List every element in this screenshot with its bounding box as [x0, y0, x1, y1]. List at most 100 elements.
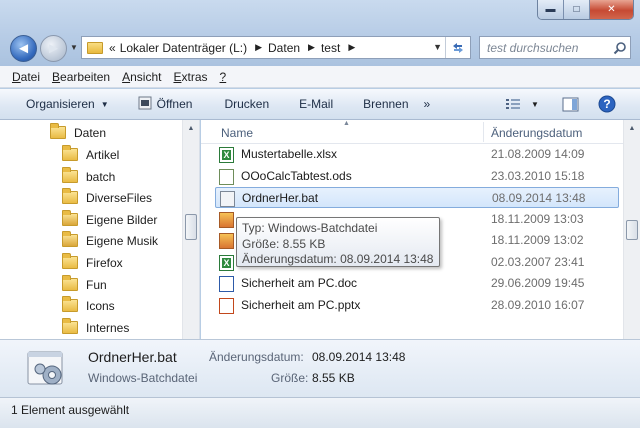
maximize-button[interactable]: □	[564, 0, 590, 19]
tooltip-modified: Änderungsdatum: 08.09.2014 13:48	[242, 252, 434, 266]
breadcrumb-chevron-icon[interactable]: ▶	[255, 42, 262, 53]
spreadsheet-file-icon	[219, 169, 234, 185]
folder-icon	[62, 188, 78, 204]
breadcrumb-chevron-icon[interactable]: ▶	[348, 42, 355, 53]
excel-file-icon	[219, 147, 234, 163]
scrollbar-thumb[interactable]	[185, 214, 197, 240]
tree-item-internes[interactable]: Internes	[62, 317, 129, 338]
view-options-dropdown-icon[interactable]: ▼	[531, 89, 539, 119]
burn-label: Brennen	[363, 97, 409, 111]
email-button[interactable]: E-Mail	[278, 89, 342, 119]
tree-item-eigene-bilder[interactable]: Eigene Bilder	[62, 209, 157, 230]
batch-file-icon	[220, 191, 235, 207]
column-name[interactable]: Name	[221, 126, 253, 140]
tree-item-batch[interactable]: batch	[62, 166, 115, 187]
file-row-selected[interactable]: OrdnerHer.bat 08.09.2014 13:48	[215, 187, 619, 208]
file-date: 02.03.2007 23:41	[491, 255, 585, 269]
tree-item-icons[interactable]: Icons	[62, 295, 115, 316]
menu-ansicht[interactable]: Ansicht	[116, 70, 167, 84]
word-file-icon	[219, 276, 234, 292]
tree-item-artikel[interactable]: Artikel	[62, 144, 119, 165]
column-modified[interactable]: Änderungsdatum	[491, 126, 582, 140]
scroll-up-icon[interactable]: ▲	[624, 120, 640, 137]
search-box[interactable]: test durchsuchen	[479, 36, 631, 59]
tree-item-label: DiverseFiles	[86, 190, 153, 205]
burn-button[interactable]: Brennen	[342, 89, 417, 119]
breadcrumb-test[interactable]: test	[321, 41, 340, 55]
menu-extras[interactable]: Extras	[167, 70, 213, 84]
tree-item-label: Icons	[86, 298, 115, 313]
forward-arrow-icon: ►	[46, 40, 61, 57]
folder-icon	[50, 123, 66, 139]
address-bar[interactable]: « Lokaler Datenträger (L:) ▶ Daten ▶ tes…	[81, 36, 471, 59]
tree-item-daten[interactable]: Daten	[50, 122, 106, 143]
file-row[interactable]: OOoCalcTabtest.ods 23.03.2010 15:18	[215, 166, 619, 187]
menu-bearbeiten[interactable]: Bearbeiten	[46, 70, 116, 84]
folder-icon	[62, 296, 78, 312]
excel-file-icon	[219, 255, 234, 271]
file-name: Mustertabelle.xlsx	[241, 147, 338, 161]
print-button[interactable]: Drucken	[201, 89, 278, 119]
tooltip-size: Größe: 8.55 KB	[242, 236, 326, 251]
file-name: Sicherheit am PC.doc	[241, 276, 358, 290]
column-divider[interactable]	[483, 122, 484, 142]
open-button[interactable]: Öffnen	[118, 89, 202, 119]
menu-help[interactable]: ?	[214, 70, 233, 84]
command-bar: Organisieren ▼ Öffnen Drucken E-Mail Bre…	[0, 89, 640, 120]
menu-label: xtras	[181, 69, 208, 84]
minimize-button[interactable]: ▬	[538, 0, 564, 19]
search-icon[interactable]	[610, 38, 630, 58]
breadcrumb-daten[interactable]: Daten	[268, 41, 300, 55]
sort-ascending-icon: ▲	[343, 120, 350, 127]
back-arrow-icon: ◄	[16, 40, 31, 57]
file-row[interactable]: Mustertabelle.xlsx 21.08.2009 14:09	[215, 144, 619, 165]
batch-file-icon	[138, 96, 152, 113]
preview-pane-icon	[562, 97, 579, 111]
scroll-up-icon[interactable]: ▲	[183, 120, 199, 137]
help-button[interactable]: ?	[598, 89, 616, 119]
tree-item-label: Eigene Musik	[86, 233, 159, 248]
print-label: Drucken	[224, 97, 270, 111]
menu-bar: Datei Bearbeiten Ansicht Extras ?	[0, 66, 640, 88]
help-icon: ?	[598, 95, 616, 113]
details-file-type: Windows-Batchdatei	[88, 371, 198, 385]
refresh-button[interactable]	[445, 37, 470, 58]
file-date: 23.03.2010 15:18	[491, 169, 585, 183]
tree-item-label: Firefox	[86, 255, 123, 270]
breadcrumb-chevron-icon[interactable]: ▶	[308, 42, 315, 53]
address-dropdown-icon[interactable]: ▼	[433, 42, 442, 52]
chevron-down-icon: ▼	[100, 99, 109, 109]
tooltip-type: Typ: Windows-Batchdatei	[242, 221, 378, 235]
file-date: 29.06.2009 19:45	[491, 276, 585, 290]
forward-button[interactable]: ►	[40, 35, 67, 62]
navigation-scrollbar[interactable]: ▲	[182, 120, 199, 339]
more-label: »	[423, 97, 431, 111]
file-list-scrollbar[interactable]: ▲	[623, 120, 640, 339]
close-button[interactable]: ✕	[590, 0, 633, 19]
tree-item-label: Artikel	[86, 147, 120, 162]
file-name: OrdnerHer.bat	[242, 191, 319, 205]
menu-datei[interactable]: Datei	[6, 70, 46, 84]
tree-item-eigene-musik[interactable]: Eigene Musik	[62, 230, 158, 251]
file-row[interactable]: Sicherheit am PC.doc 29.06.2009 19:45	[215, 273, 619, 294]
tree-item-firefox[interactable]: Firefox	[62, 252, 123, 273]
scrollbar-thumb[interactable]	[626, 220, 638, 240]
organize-button[interactable]: Organisieren ▼	[0, 89, 118, 119]
tree-item-fun[interactable]: Fun	[62, 274, 107, 295]
search-input[interactable]: test durchsuchen	[487, 41, 610, 55]
folder-icon	[62, 167, 78, 183]
preview-pane-button[interactable]	[562, 89, 579, 119]
file-date: 18.11.2009 13:03	[491, 212, 584, 226]
batch-file-gear-icon	[27, 351, 63, 385]
breadcrumb-overflow[interactable]: «	[109, 41, 116, 55]
more-commands-button[interactable]: »	[418, 89, 440, 119]
status-text: 1 Element ausgewählt	[11, 403, 130, 417]
file-row[interactable]: Sicherheit am PC.pptx 28.09.2010 16:07	[215, 295, 619, 316]
caption-buttons: ▬ □ ✕	[537, 0, 634, 20]
tree-item-label: batch	[86, 169, 116, 184]
breadcrumb-drive[interactable]: Lokaler Datenträger (L:)	[120, 41, 247, 55]
tree-item-diversefiles[interactable]: DiverseFiles	[62, 187, 152, 208]
recent-pages-dropdown-icon[interactable]: ▼	[70, 43, 78, 52]
change-view-button[interactable]	[505, 89, 521, 119]
back-button[interactable]: ◄	[10, 35, 37, 62]
